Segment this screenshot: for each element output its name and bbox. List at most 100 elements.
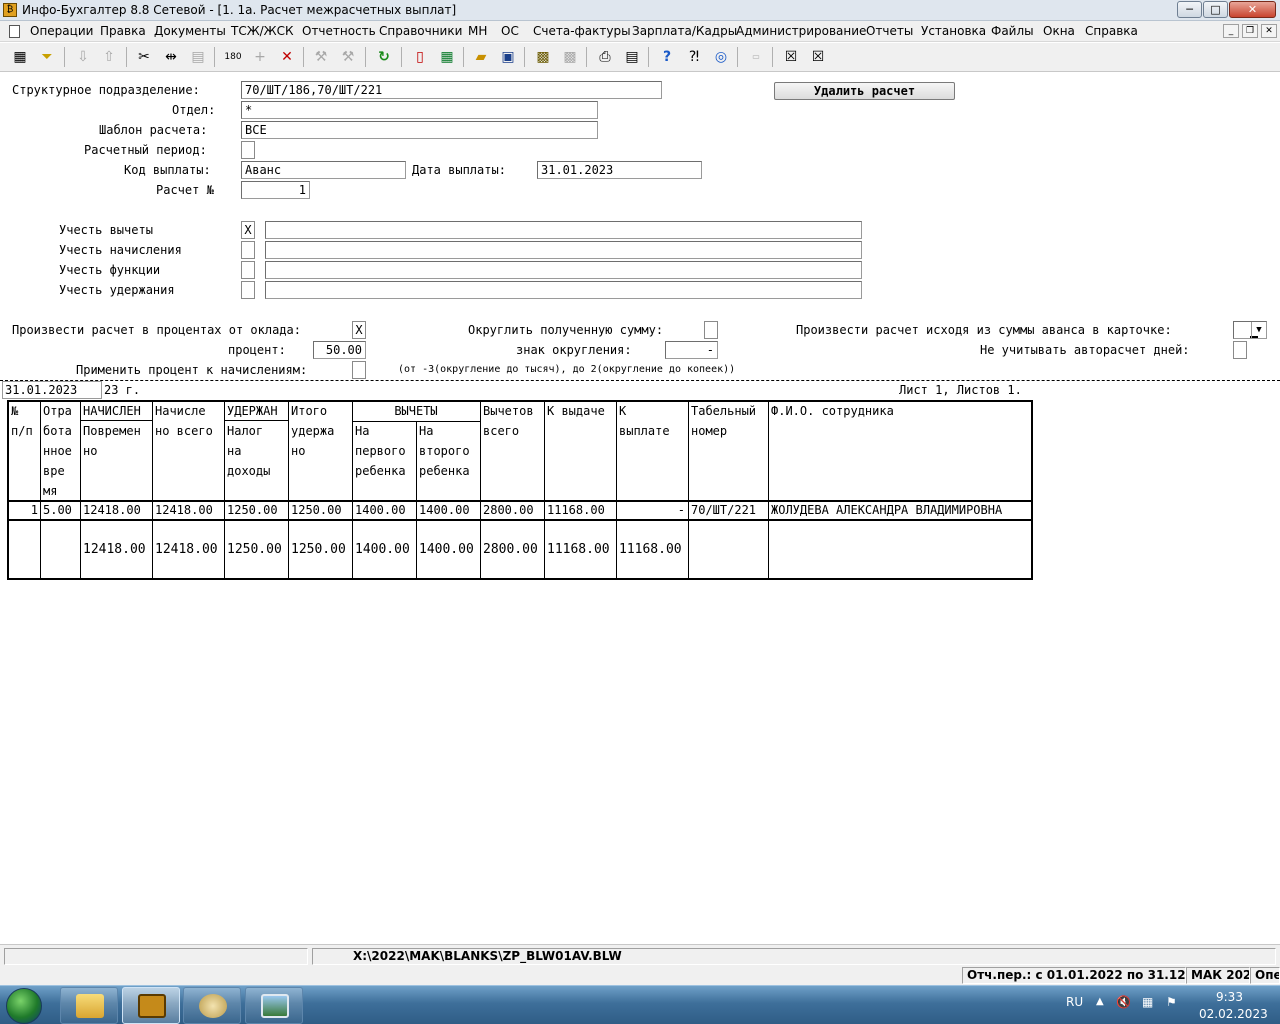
- round-sign-field[interactable]: -: [665, 341, 718, 359]
- advance-select[interactable]: X ▼: [1233, 321, 1267, 339]
- maximize-button[interactable]: □: [1203, 1, 1228, 18]
- col-header-deductions-group: ВЫЧЕТЫ: [394, 404, 438, 418]
- menu-edit[interactable]: Правка: [100, 24, 146, 38]
- close-button[interactable]: ✕: [1229, 1, 1276, 18]
- percent-calc-checkbox[interactable]: X: [352, 321, 366, 339]
- menu-tsj[interactable]: ТСЖ/ЖСК: [231, 24, 294, 38]
- help-icon[interactable]: ?: [656, 46, 678, 68]
- menu-mn[interactable]: МН: [468, 24, 487, 38]
- menu-invoices[interactable]: Счета-фактуры: [533, 24, 631, 38]
- menu-reports[interactable]: Отчеты: [866, 24, 913, 38]
- context-help-icon[interactable]: ⁈: [683, 46, 705, 68]
- taskbar-paint[interactable]: [183, 987, 241, 1024]
- withholdings-checkbox[interactable]: [241, 281, 255, 299]
- accruals-checkbox[interactable]: [241, 241, 255, 259]
- palette-icon: [199, 994, 227, 1018]
- taskbar-photos[interactable]: [245, 987, 303, 1024]
- mdi-restore-button[interactable]: ❐: [1242, 24, 1258, 38]
- menu-admin[interactable]: Администрирование: [736, 24, 866, 38]
- deductions-label: Учесть вычеты: [59, 223, 153, 237]
- start-button[interactable]: [6, 988, 42, 1024]
- menu-settings[interactable]: Установка: [921, 24, 986, 38]
- col-header-ded-total: Вычетов всего: [483, 404, 534, 438]
- cut-icon[interactable]: ✂: [133, 46, 155, 68]
- report-date-field[interactable]: 31.01.2023: [2, 381, 102, 399]
- tray-expand-icon[interactable]: ▲: [1096, 996, 1104, 1007]
- rotate-icon[interactable]: 180: [222, 46, 244, 68]
- menu-reporting[interactable]: Отчетность: [302, 24, 376, 38]
- delete-calculation-button[interactable]: Удалить расчет: [774, 82, 955, 100]
- grid-icon[interactable]: ▦: [9, 46, 31, 68]
- accruals-field[interactable]: [265, 241, 862, 259]
- chevron-down-icon[interactable]: ▼: [1251, 322, 1266, 338]
- tool-icon[interactable]: ⚒: [310, 46, 332, 68]
- sort-down-icon[interactable]: ⇩: [72, 46, 94, 68]
- menu-help[interactable]: Справка: [1085, 24, 1138, 38]
- menu-salary[interactable]: Зарплата/Кадры: [632, 24, 737, 38]
- autocalc-checkbox[interactable]: [1233, 341, 1247, 359]
- document-icon[interactable]: [9, 25, 20, 38]
- save-icon[interactable]: ▣: [497, 46, 519, 68]
- menu-os[interactable]: ОС: [501, 24, 519, 38]
- period-field[interactable]: [241, 141, 255, 159]
- compass-icon[interactable]: ◎: [710, 46, 732, 68]
- deductions-checkbox[interactable]: X: [241, 221, 255, 239]
- refresh-icon[interactable]: ↻: [373, 46, 395, 68]
- deductions-field[interactable]: [265, 221, 862, 239]
- preview-icon[interactable]: ▤: [621, 46, 643, 68]
- mdi-minimize-button[interactable]: _: [1223, 24, 1239, 38]
- taskbar-infobuh[interactable]: [122, 987, 180, 1024]
- taskbar-explorer[interactable]: [60, 987, 118, 1024]
- language-indicator[interactable]: RU: [1066, 995, 1083, 1009]
- apply-percent-checkbox[interactable]: [352, 361, 366, 379]
- round-checkbox[interactable]: [704, 321, 718, 339]
- delete-icon[interactable]: ✕: [276, 46, 298, 68]
- filter-icon[interactable]: ⏷: [36, 46, 58, 68]
- cell-worked: 5.00: [43, 503, 72, 517]
- menu-documents[interactable]: Документы: [154, 24, 226, 38]
- volume-icon[interactable]: 🔇: [1116, 995, 1131, 1009]
- calculator-icon[interactable]: ▦: [436, 46, 458, 68]
- total-ded-total: 2800.00: [483, 542, 538, 557]
- import-icon[interactable]: ▩: [559, 46, 581, 68]
- withholdings-field[interactable]: [265, 281, 862, 299]
- calcno-label: Расчет №: [156, 183, 214, 197]
- percent-calc-label: Произвести расчет в процентах от оклада:: [12, 323, 301, 337]
- menu-windows[interactable]: Окна: [1043, 24, 1075, 38]
- calcno-field[interactable]: 1: [241, 181, 310, 199]
- close-all-icon[interactable]: ☒: [807, 46, 829, 68]
- paydate-field[interactable]: 31.01.2023: [537, 161, 702, 179]
- percent-field[interactable]: 50.00: [313, 341, 366, 359]
- menu-operations[interactable]: Операции: [30, 24, 93, 38]
- tools-icon[interactable]: ⚒: [337, 46, 359, 68]
- template-field[interactable]: ВСЕ: [241, 121, 598, 139]
- cell-tax: 1250.00: [227, 503, 278, 517]
- functions-checkbox[interactable]: [241, 261, 255, 279]
- menu-references[interactable]: Справочники: [379, 24, 462, 38]
- cell-withheld-total: 1250.00: [291, 503, 342, 517]
- toolbar-separator: [214, 47, 215, 67]
- dept-field[interactable]: *: [241, 101, 598, 119]
- menu-files[interactable]: Файлы: [991, 24, 1034, 38]
- copy-icon[interactable]: ⇹: [160, 46, 182, 68]
- clock-date[interactable]: 02.02.2023: [1199, 1007, 1268, 1021]
- pdf-icon[interactable]: ▯: [409, 46, 431, 68]
- clock-time[interactable]: 9:33: [1216, 990, 1243, 1004]
- taskbar: RU ▲ 🔇 ▦ ⚑ 9:33 02.02.2023: [0, 985, 1280, 1024]
- sort-up-icon[interactable]: ⇧: [98, 46, 120, 68]
- print-icon[interactable]: ⎙: [594, 46, 616, 68]
- add-icon[interactable]: +: [249, 46, 271, 68]
- export-icon[interactable]: ▩: [532, 46, 554, 68]
- paycode-field[interactable]: Аванс: [241, 161, 406, 179]
- close-x-icon[interactable]: ☒: [780, 46, 802, 68]
- network-icon[interactable]: ▦: [1142, 995, 1153, 1009]
- unit-field[interactable]: 70/ШТ/186,70/ШТ/221: [241, 81, 662, 99]
- status-bar: X:\2022\MAK\BLANKS\ZP_BLW01AV.BLW: [0, 944, 1280, 966]
- functions-field[interactable]: [265, 261, 862, 279]
- minimize-button[interactable]: ─: [1177, 1, 1202, 18]
- open-folder-icon[interactable]: ▰: [470, 46, 492, 68]
- report-icon[interactable]: ▭: [745, 46, 767, 68]
- mdi-close-button[interactable]: ✕: [1261, 24, 1277, 38]
- action-center-icon[interactable]: ⚑: [1166, 995, 1177, 1009]
- paste-icon[interactable]: ▤: [187, 46, 209, 68]
